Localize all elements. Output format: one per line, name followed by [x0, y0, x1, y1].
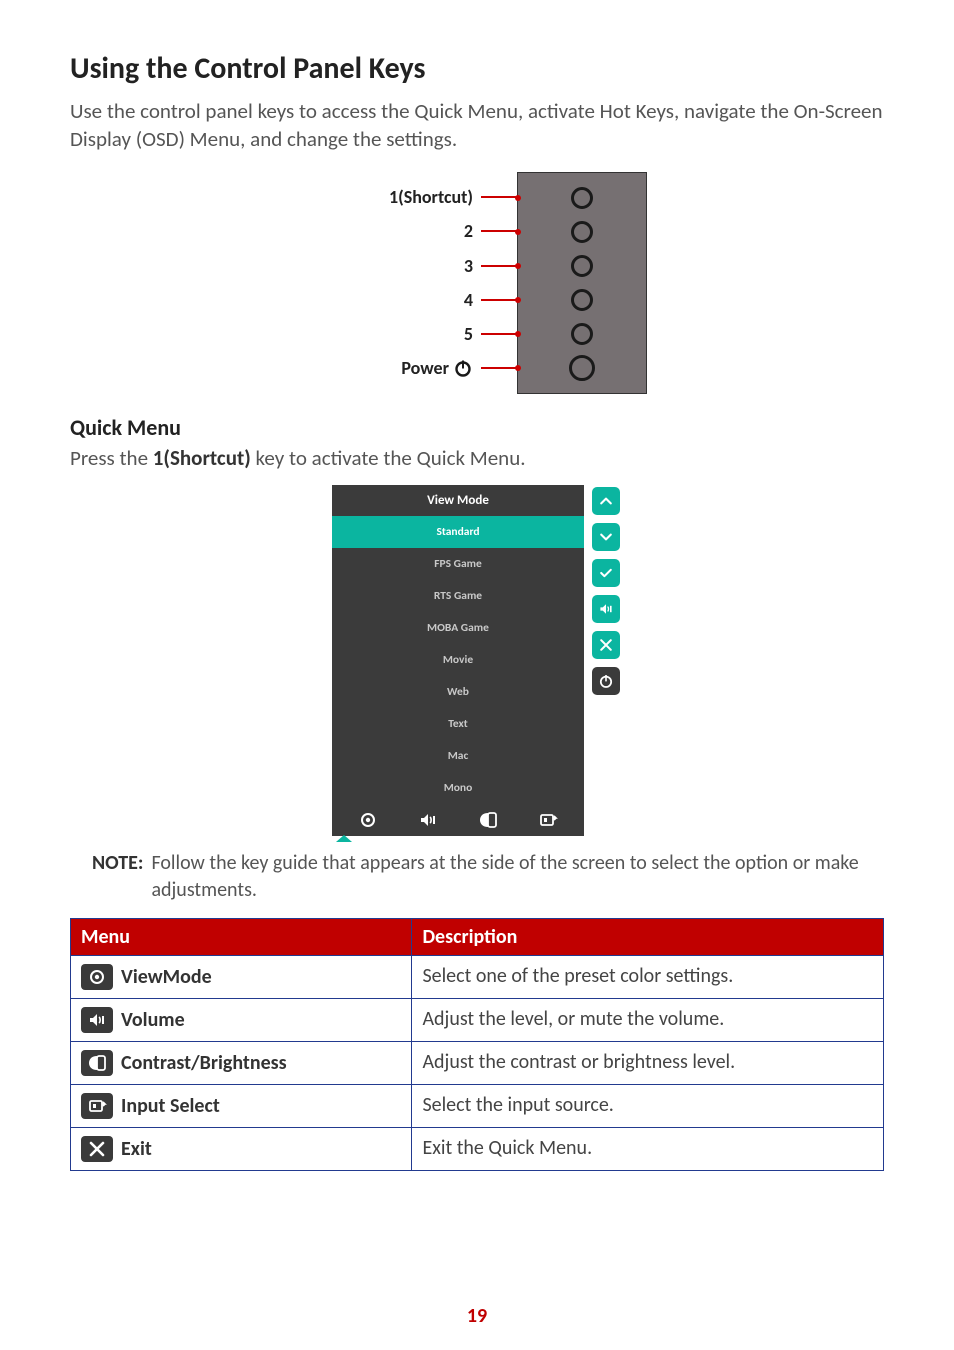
- table-row: Input Select Select the input source.: [71, 1084, 884, 1127]
- leader-dot: [515, 195, 521, 201]
- table-row: ViewMode Select one of the preset color s…: [71, 955, 884, 998]
- osd-item: Mono: [332, 772, 584, 804]
- osd-item: Movie: [332, 644, 584, 676]
- panel-label-text: 3: [464, 255, 473, 277]
- panel-label-text: 4: [464, 289, 473, 311]
- note-label: NOTE:: [92, 850, 143, 904]
- menu-cell: Contrast/Brightness: [81, 1050, 401, 1076]
- volume-icon: [418, 812, 438, 828]
- panel-label-text: 1(Shortcut): [389, 186, 473, 208]
- osd-item: Text: [332, 708, 584, 740]
- page-title: Using the Control Panel Keys: [70, 50, 884, 87]
- leader-line: [481, 230, 517, 232]
- menu-label: Input Select: [121, 1094, 220, 1118]
- eye-icon: [358, 812, 378, 828]
- leader-dot: [515, 331, 521, 337]
- panel-label: 5: [307, 317, 517, 351]
- panel-label-text: Power: [401, 357, 449, 379]
- panel-button: [518, 351, 646, 385]
- osd-button-circle: [571, 187, 593, 209]
- panel-button: [518, 317, 646, 351]
- table-row: Contrast/Brightness Adjust the contrast o…: [71, 1041, 884, 1084]
- close-icon: [592, 631, 620, 659]
- eye-icon: [81, 964, 113, 990]
- leader-line: [481, 265, 517, 267]
- volume-icon: [592, 595, 620, 623]
- leader-dot: [515, 263, 521, 269]
- check-icon: [592, 559, 620, 587]
- panel-label-text: 2: [464, 220, 473, 242]
- panel-label: 1(Shortcut): [307, 180, 517, 214]
- quick-menu-instruction: Press the 1(Shortcut) key to activate th…: [70, 445, 884, 471]
- osd-item: Web: [332, 676, 584, 708]
- osd-button-circle: [571, 289, 593, 311]
- menu-cell: Volume: [81, 1007, 401, 1033]
- power-icon: [592, 667, 620, 695]
- menu-desc: Select the input source.: [412, 1084, 884, 1127]
- leader-line: [481, 367, 517, 369]
- menu-label: Volume: [121, 1008, 185, 1032]
- osd-item: Mac: [332, 740, 584, 772]
- menu-desc: Adjust the level, or mute the volume.: [412, 998, 884, 1041]
- power-button-circle: [569, 355, 595, 381]
- osd-item: MOBA Game: [332, 612, 584, 644]
- qm-bold: 1(Shortcut): [153, 445, 251, 471]
- close-icon: [81, 1136, 113, 1162]
- volume-icon: [81, 1007, 113, 1033]
- input-icon: [81, 1093, 113, 1119]
- osd-header: View Mode: [332, 485, 584, 516]
- power-icon: [453, 358, 473, 378]
- qm-post: key to activate the Quick Menu.: [251, 445, 526, 471]
- leader-line: [481, 196, 517, 198]
- table-row: Exit Exit the Quick Menu.: [71, 1127, 884, 1170]
- panel-label-text: 5: [464, 323, 473, 345]
- down-icon: [592, 523, 620, 551]
- note-text: Follow the key guide that appears at the…: [151, 850, 884, 904]
- panel-button: [518, 249, 646, 283]
- th-desc: Description: [412, 918, 884, 955]
- osd-item: RTS Game: [332, 580, 584, 612]
- osd-screenshot: View Mode StandardFPS GameRTS GameMOBA G…: [332, 485, 622, 836]
- osd-button-circle: [571, 323, 593, 345]
- menu-desc: Adjust the contrast or brightness level.: [412, 1041, 884, 1084]
- osd-item: Standard: [332, 516, 584, 548]
- menu-label: ViewMode: [121, 965, 212, 989]
- th-menu: Menu: [71, 918, 412, 955]
- quick-menu-heading: Quick Menu: [70, 414, 884, 441]
- panel-label: 2: [307, 214, 517, 248]
- intro-text: Use the control panel keys to access the…: [70, 97, 884, 154]
- menu-cell: Input Select: [81, 1093, 401, 1119]
- table-row: Volume Adjust the level, or mute the volu…: [71, 998, 884, 1041]
- menu-desc: Select one of the preset color settings.: [412, 955, 884, 998]
- panel-button: [518, 283, 646, 317]
- leader-dot: [515, 297, 521, 303]
- leader-dot: [515, 229, 521, 235]
- osd-accent: [336, 835, 352, 842]
- menu-cell: Exit: [81, 1136, 401, 1162]
- menu-label: Contrast/Brightness: [121, 1051, 287, 1075]
- panel-button: [518, 215, 646, 249]
- page-number: 19: [0, 1304, 954, 1328]
- panel-label: 4: [307, 283, 517, 317]
- leader-line: [481, 299, 517, 301]
- input-icon: [538, 812, 558, 828]
- panel-button: [518, 181, 646, 215]
- leader-line: [481, 333, 517, 335]
- contrast-icon: [81, 1050, 113, 1076]
- osd-button-circle: [571, 221, 593, 243]
- leader-dot: [515, 365, 521, 371]
- qm-pre: Press the: [70, 445, 153, 471]
- contrast-icon: [478, 812, 498, 828]
- panel-label: Power: [307, 351, 517, 385]
- osd-button-circle: [571, 255, 593, 277]
- osd-item: FPS Game: [332, 548, 584, 580]
- menu-label: Exit: [121, 1137, 152, 1161]
- panel-label: 3: [307, 249, 517, 283]
- note-row: NOTE: Follow the key guide that appears …: [70, 850, 884, 904]
- menu-cell: ViewMode: [81, 964, 401, 990]
- up-icon: [592, 487, 620, 515]
- control-panel-diagram: 1(Shortcut) 2 3 4 5 Power: [307, 172, 647, 394]
- menu-desc: Exit the Quick Menu.: [412, 1127, 884, 1170]
- menu-table: Menu Description ViewMode Select one of t…: [70, 918, 884, 1171]
